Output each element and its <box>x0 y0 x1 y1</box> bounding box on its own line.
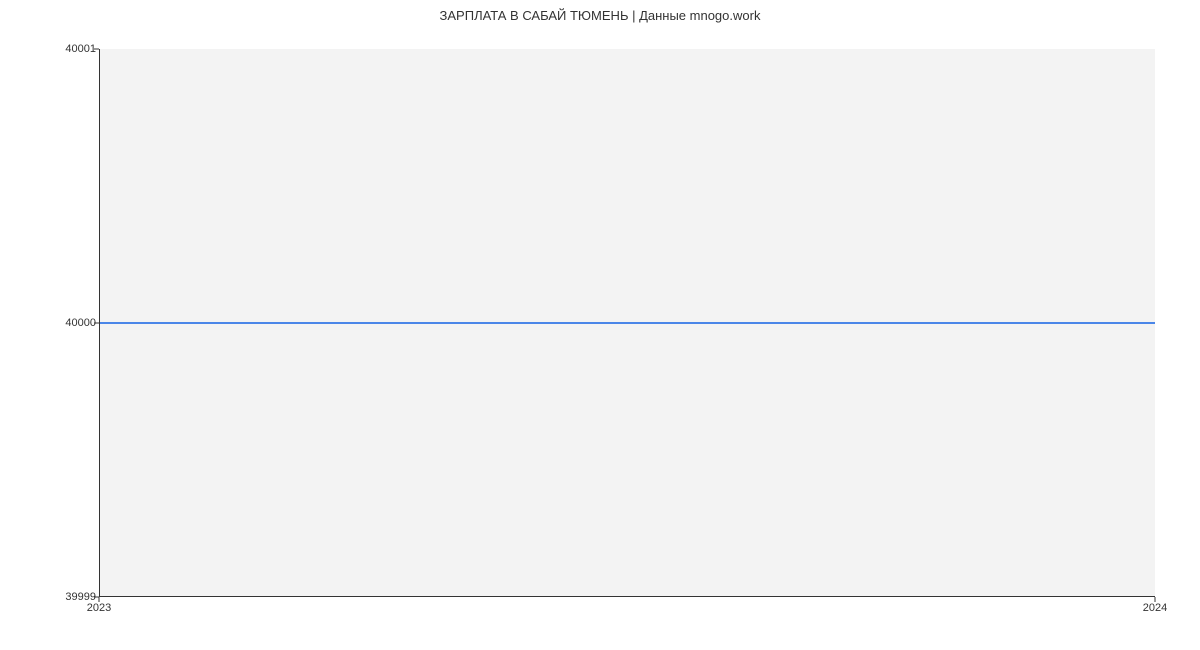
data-line <box>100 322 1155 324</box>
x-tick-label: 2023 <box>87 602 111 614</box>
chart-title: ЗАРПЛАТА В САБАЙ ТЮМЕНЬ | Данные mnogo.w… <box>0 8 1200 23</box>
plot-area <box>99 49 1155 597</box>
chart-container: ЗАРПЛАТА В САБАЙ ТЮМЕНЬ | Данные mnogo.w… <box>0 0 1200 650</box>
x-tick-label: 2024 <box>1143 602 1167 614</box>
y-tick-label: 40001 <box>65 43 96 55</box>
y-tick-label: 40000 <box>65 317 96 329</box>
